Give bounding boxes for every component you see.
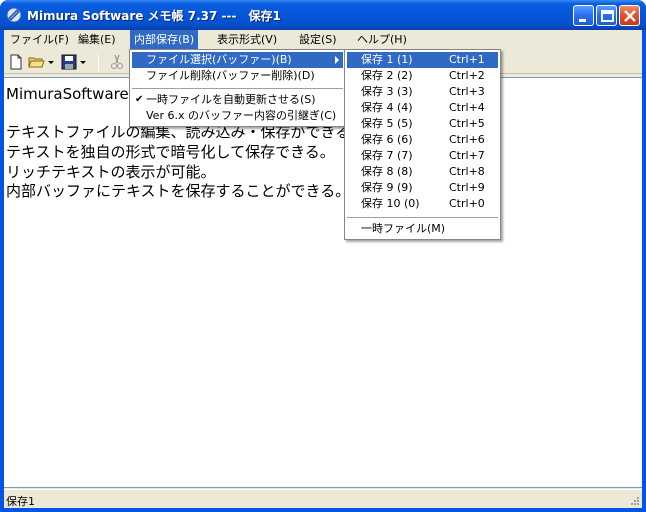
menu-item-label: 保存 6 (6): [361, 133, 413, 146]
window-frame-bottom: [0, 508, 646, 512]
menu-item-save-4[interactable]: 保存 4 (4) Ctrl+4: [347, 100, 498, 116]
menu-item-save-6[interactable]: 保存 6 (6) Ctrl+6: [347, 132, 498, 148]
menu-item-label: 一時ファイルを自動更新させる(S): [146, 93, 316, 106]
menu-item-save-2[interactable]: 保存 2 (2) Ctrl+2: [347, 68, 498, 84]
menu-item-label: 保存 5 (5): [361, 117, 413, 130]
minimize-icon: [579, 19, 586, 22]
maximize-button[interactable]: [596, 5, 617, 26]
save-dropdown-chevron-icon[interactable]: [79, 53, 87, 71]
menu-item-save-9[interactable]: 保存 9 (9) Ctrl+9: [347, 180, 498, 196]
shortcut-label: Ctrl+9: [449, 181, 485, 194]
menu-internal-save[interactable]: 内部保存(B): [130, 30, 199, 49]
menu-item-label: 保存 1 (1): [361, 53, 413, 66]
editor-line: テキストを独自の形式で暗号化して保存できる。: [6, 143, 335, 161]
menu-item-label: 保存 8 (8): [361, 165, 413, 178]
menu-separator: [347, 217, 498, 218]
status-bar: 保存1: [4, 489, 642, 508]
menu-bar: ファイル(F) 編集(E) 内部保存(B) 表示形式(V) 設定(S) ヘルプ(…: [4, 30, 642, 50]
menu-item-save-7[interactable]: 保存 7 (7) Ctrl+7: [347, 148, 498, 164]
shortcut-label: Ctrl+1: [449, 53, 485, 66]
title-bar[interactable]: Mimura Software メモ帳 7.37 --- 保存1: [0, 0, 646, 30]
menu-item-label: 保存 2 (2): [361, 69, 413, 82]
menu-item-label: 保存 10 (0): [361, 197, 420, 210]
shortcut-label: Ctrl+2: [449, 69, 485, 82]
window-frame-right: [642, 30, 646, 512]
menu-separator: [132, 88, 343, 89]
menu-item-label: 保存 7 (7): [361, 149, 413, 162]
cut-scissors-icon[interactable]: [108, 53, 126, 71]
editor-line: MimuraSoftwareメ: [6, 85, 144, 103]
menu-item-save-8[interactable]: 保存 8 (8) Ctrl+8: [347, 164, 498, 180]
menu-item-save-3[interactable]: 保存 3 (3) Ctrl+3: [347, 84, 498, 100]
menu-view-format[interactable]: 表示形式(V): [213, 30, 281, 49]
new-file-icon[interactable]: [7, 53, 25, 71]
minimize-button[interactable]: [573, 5, 594, 26]
menu-item-auto-update-temp[interactable]: ✔ 一時ファイルを自動更新させる(S): [132, 92, 343, 108]
menu-item-label: 保存 9 (9): [361, 181, 413, 194]
menu-item-save-1[interactable]: 保存 1 (1) Ctrl+1: [347, 52, 498, 68]
menu-item-temp-file[interactable]: 一時ファイル(M): [347, 221, 498, 237]
shortcut-label: Ctrl+8: [449, 165, 485, 178]
close-button[interactable]: [619, 5, 640, 26]
status-text: 保存1: [6, 495, 35, 508]
menu-item-file-select[interactable]: ファイル選択(バッファー)(B): [132, 52, 343, 68]
buffer-select-submenu: 保存 1 (1) Ctrl+1 保存 2 (2) Ctrl+2 保存 3 (3)…: [344, 49, 501, 240]
menu-item-label: ファイル削除(バッファー削除)(D): [146, 69, 315, 82]
menu-item-label: 一時ファイル(M): [361, 222, 446, 235]
window-title: Mimura Software メモ帳 7.37 --- 保存1: [27, 9, 281, 23]
checkmark-icon: ✔: [135, 94, 144, 105]
editor-line: リッチテキストの表示が可能。: [6, 163, 216, 181]
toolbar-separator: [98, 53, 99, 71]
menu-edit[interactable]: 編集(E): [74, 30, 120, 49]
menu-settings[interactable]: 設定(S): [295, 30, 341, 49]
menu-item-label: 保存 4 (4): [361, 101, 413, 114]
menu-item-label: Ver 6.x のバッファー内容の引継ぎ(C): [146, 109, 337, 122]
notepad-app-icon[interactable]: [6, 7, 22, 23]
shortcut-label: Ctrl+7: [449, 149, 485, 162]
submenu-arrow-icon: [335, 56, 339, 64]
menu-item-save-10[interactable]: 保存 10 (0) Ctrl+0: [347, 196, 498, 212]
menu-item-label: 保存 3 (3): [361, 85, 413, 98]
open-dropdown-chevron-icon[interactable]: [47, 53, 55, 71]
open-folder-icon[interactable]: [28, 53, 46, 71]
shortcut-label: Ctrl+4: [449, 101, 485, 114]
shortcut-label: Ctrl+6: [449, 133, 485, 146]
internal-save-menu: ファイル選択(バッファー)(B) ファイル削除(バッファー削除)(D) ✔ 一時…: [129, 49, 346, 127]
shortcut-label: Ctrl+3: [449, 85, 485, 98]
menu-help[interactable]: ヘルプ(H): [353, 30, 411, 49]
text-editor[interactable]: MimuraSoftwareメ テキストファイルの編集、読み込み・保存ができる。…: [4, 77, 642, 488]
menu-item-file-delete[interactable]: ファイル削除(バッファー削除)(D): [132, 68, 343, 84]
menu-item-ver6-buffer[interactable]: Ver 6.x のバッファー内容の引継ぎ(C): [132, 108, 343, 124]
close-icon: [624, 10, 636, 22]
resize-grip-icon[interactable]: [628, 494, 640, 506]
menu-item-save-5[interactable]: 保存 5 (5) Ctrl+5: [347, 116, 498, 132]
menu-item-label: ファイル選択(バッファー)(B): [146, 53, 292, 66]
menu-file[interactable]: ファイル(F): [6, 30, 73, 49]
shortcut-label: Ctrl+5: [449, 117, 485, 130]
editor-line: 内部バッファにテキストを保存することができる。: [6, 182, 351, 200]
shortcut-label: Ctrl+0: [449, 197, 485, 210]
maximize-icon: [601, 10, 614, 22]
app-window: Mimura Software メモ帳 7.37 --- 保存1 ファイル(F)…: [0, 0, 646, 512]
save-disk-icon[interactable]: [60, 53, 78, 71]
